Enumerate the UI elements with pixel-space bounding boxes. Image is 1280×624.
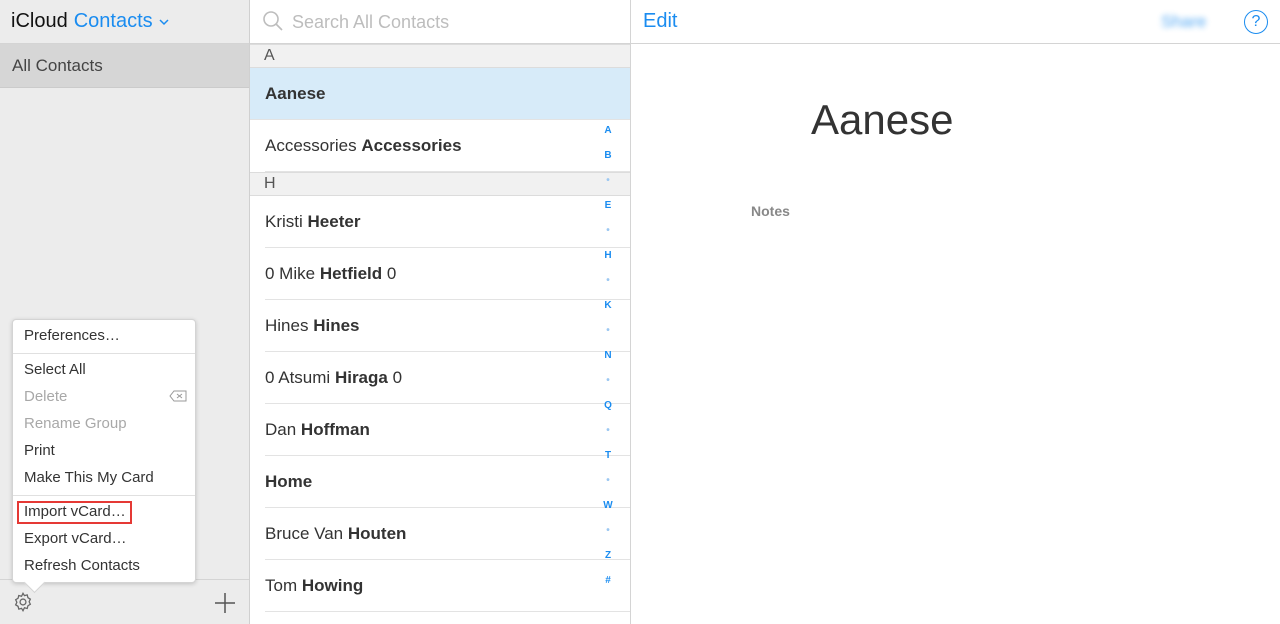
contact-last-name: Accessories (361, 136, 462, 155)
contact-first-name: 0 Mike (265, 264, 316, 283)
contact-row[interactable]: Home (250, 456, 630, 508)
sidebar-item-label: All Contacts (12, 55, 103, 75)
index-dot[interactable]: • (602, 318, 614, 343)
index-letter[interactable]: N (602, 343, 614, 368)
index-dot[interactable]: • (602, 468, 614, 493)
contact-last-name: Howing (301, 576, 364, 595)
menu-item-delete: Delete (24, 388, 68, 405)
contact-last-name: Houten (347, 524, 407, 543)
index-dot[interactable]: • (602, 168, 614, 193)
contact-last-name: Home (265, 472, 313, 491)
contact-suffix: 0 (392, 368, 403, 387)
contact-first-name: Dan (265, 420, 297, 439)
import-vcard-highlight (17, 501, 132, 524)
contact-row[interactable]: 0 Atsumi Hiraga 0 (250, 352, 630, 404)
contact-row[interactable]: Aanese (250, 68, 630, 120)
index-letter[interactable]: K (602, 293, 614, 318)
contact-last-name: Hetfield (319, 264, 383, 283)
index-letter[interactable]: H (602, 243, 614, 268)
detail-header: Edit Share ? (631, 0, 1280, 44)
sidebar-item-all-contacts[interactable]: All Contacts (0, 44, 249, 88)
contact-list-pane: A Aanese Accessories Accessories H Krist… (250, 0, 631, 624)
chevron-down-icon[interactable] (158, 17, 170, 27)
settings-menu: Preferences… Select All Delete Rename Gr… (12, 319, 196, 594)
search-bar (250, 0, 630, 44)
section-header-h: H (250, 172, 630, 196)
menu-item-refresh-contacts[interactable]: Refresh Contacts (24, 555, 140, 577)
index-dot[interactable]: • (602, 268, 614, 293)
contact-last-name: Hiraga (334, 368, 388, 387)
index-letter[interactable]: E (602, 193, 614, 218)
contact-row[interactable]: Tom Howing (250, 560, 630, 612)
search-input[interactable] (290, 8, 614, 36)
sidebar: iCloud Contacts All Contacts Preferences… (0, 0, 250, 624)
contact-first-name: Hines (265, 316, 309, 335)
alphabet-index: A B • E • H • K • N • Q • T • W • Z # (602, 118, 614, 593)
index-dot[interactable]: • (602, 418, 614, 443)
index-letter[interactable]: Z (602, 543, 614, 568)
contact-row[interactable]: Kristi Heeter (250, 196, 630, 248)
contact-row[interactable]: Dan Hoffman (250, 404, 630, 456)
contact-name-title: Aanese (811, 96, 954, 143)
index-letter[interactable]: T (602, 443, 614, 468)
app-header: iCloud Contacts (0, 0, 249, 44)
gear-icon[interactable] (12, 591, 34, 613)
contact-row[interactable]: Accessories Accessories (250, 120, 630, 172)
index-dot[interactable]: • (602, 518, 614, 543)
contact-last-name: Aanese (265, 84, 326, 103)
contact-first-name: 0 Atsumi (265, 368, 331, 387)
menu-item-make-my-card[interactable]: Make This My Card (24, 467, 154, 489)
menu-item-select-all[interactable]: Select All (24, 359, 86, 381)
contact-last-name: Heeter (307, 212, 361, 231)
menu-item-rename-group: Rename Group (24, 415, 127, 432)
contact-suffix: 0 (386, 264, 397, 283)
search-icon (263, 11, 283, 31)
delete-key-icon (169, 390, 187, 402)
index-letter[interactable]: W (602, 493, 614, 518)
contact-row[interactable]: 0 Mike Hetfield 0 (250, 248, 630, 300)
contact-last-name: Hines (313, 316, 360, 335)
section-header-a: A (250, 44, 630, 68)
app-section-switcher[interactable]: Contacts (74, 10, 153, 33)
app-name: iCloud (11, 10, 68, 32)
menu-separator (13, 495, 195, 496)
index-letter[interactable]: B (602, 143, 614, 168)
index-dot[interactable]: • (602, 368, 614, 393)
edit-button[interactable]: Edit (643, 10, 677, 33)
menu-item-preferences[interactable]: Preferences… (24, 325, 120, 347)
index-letter[interactable]: # (602, 568, 614, 593)
contact-first-name: Kristi (265, 212, 303, 231)
add-contact-icon[interactable] (214, 592, 236, 614)
menu-separator (13, 353, 195, 354)
contact-detail-pane: Edit Share ? Aanese Notes (631, 0, 1280, 624)
contact-first-name: Bruce Van (265, 524, 344, 543)
contact-row[interactable]: Bruce Van Houten (250, 508, 630, 560)
notes-label: Notes (751, 203, 790, 219)
index-letter[interactable]: Q (602, 393, 614, 418)
menu-item-print[interactable]: Print (24, 440, 55, 462)
index-letter[interactable]: A (602, 118, 614, 143)
contact-first-name: Tom (265, 576, 298, 595)
index-dot[interactable]: • (602, 218, 614, 243)
share-button[interactable]: Share (1161, 12, 1206, 32)
contact-first-name: Accessories (265, 136, 357, 155)
contact-last-name: Hoffman (300, 420, 370, 439)
contact-row[interactable]: Hines Hines (250, 300, 630, 352)
help-button[interactable]: ? (1244, 10, 1268, 34)
menu-item-export-vcard[interactable]: Export vCard… (24, 528, 127, 550)
